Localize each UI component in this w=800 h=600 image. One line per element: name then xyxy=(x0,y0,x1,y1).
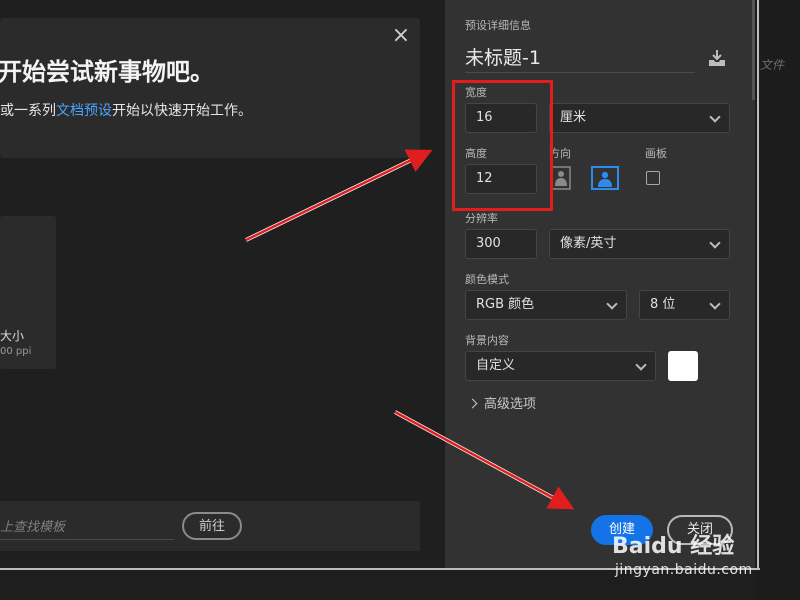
watermark-brand: Baidu 经验 xyxy=(612,534,735,559)
color-mode-label: 颜色模式 xyxy=(465,273,509,286)
presets-pane: 开始尝试新事物吧。 或一系列文档预设开始以快速开始工作。 × 大小 00 ppi… xyxy=(0,0,445,570)
document-name-field[interactable]: 未标题-1 xyxy=(465,44,695,73)
color-mode-value: RGB 颜色 xyxy=(476,297,535,312)
welcome-title: 开始尝试新事物吧。 xyxy=(0,58,214,86)
landscape-orientation-icon[interactable] xyxy=(591,166,619,190)
welcome-subtitle: 或一系列文档预设开始以快速开始工作。 xyxy=(0,100,252,120)
go-button[interactable]: 前往 xyxy=(182,512,242,540)
chevron-down-icon xyxy=(709,111,721,123)
scrollbar[interactable] xyxy=(752,0,755,100)
bit-depth-value: 8 位 xyxy=(650,297,676,312)
background-contents-value: 自定义 xyxy=(476,358,516,373)
chevron-down-icon xyxy=(709,237,721,249)
save-preset-icon[interactable] xyxy=(707,48,727,68)
artboard-label: 画板 xyxy=(645,147,667,160)
chevron-down-icon xyxy=(635,359,647,371)
chevron-down-icon xyxy=(606,298,618,310)
background-contents-label: 背景内容 xyxy=(465,334,509,347)
document-presets-link[interactable]: 文档预设 xyxy=(56,103,112,119)
bit-depth-select[interactable]: 8 位 xyxy=(639,290,730,320)
watermark-url: jingyan.baidu.com xyxy=(615,562,753,578)
preset-meta: 00 ppi xyxy=(0,346,32,357)
unit-select[interactable]: 厘米 xyxy=(549,103,730,133)
close-icon[interactable]: × xyxy=(391,25,411,47)
resolution-unit-value: 像素/英寸 xyxy=(560,236,617,251)
advanced-options-toggle[interactable]: 高级选项 xyxy=(467,393,537,412)
baidu-jingyan-watermark: Baidu 经验 jingyan.baidu.com xyxy=(612,508,792,600)
background-color-swatch[interactable] xyxy=(668,351,698,381)
unit-select-value: 厘米 xyxy=(560,110,587,125)
chevron-down-icon xyxy=(709,298,721,310)
template-search-input[interactable] xyxy=(0,515,174,540)
advanced-options-label: 高级选项 xyxy=(484,397,537,412)
new-document-dialog: 开始尝试新事物吧。 或一系列文档预设开始以快速开始工作。 × 大小 00 ppi… xyxy=(0,0,800,600)
resolution-unit-select[interactable]: 像素/英寸 xyxy=(549,229,730,259)
resolution-label: 分辨率 xyxy=(465,212,498,225)
chevron-right-icon xyxy=(467,398,478,409)
dialog-edge-right xyxy=(757,0,759,570)
resolution-input[interactable]: 300 xyxy=(465,229,537,259)
color-mode-select[interactable]: RGB 颜色 xyxy=(465,290,627,320)
preset-details-heading: 预设详细信息 xyxy=(465,19,531,32)
welcome-card xyxy=(0,18,420,158)
artboard-checkbox[interactable] xyxy=(646,171,660,185)
background-contents-select[interactable]: 自定义 xyxy=(465,351,656,381)
welcome-subtitle-text-start: 或一系列 xyxy=(0,103,56,119)
preset-name: 大小 xyxy=(0,329,25,343)
highlight-box xyxy=(452,80,553,211)
background-app-text: 文件 xyxy=(760,58,785,72)
welcome-subtitle-text-end: 开始以快速开始工作。 xyxy=(112,103,252,119)
